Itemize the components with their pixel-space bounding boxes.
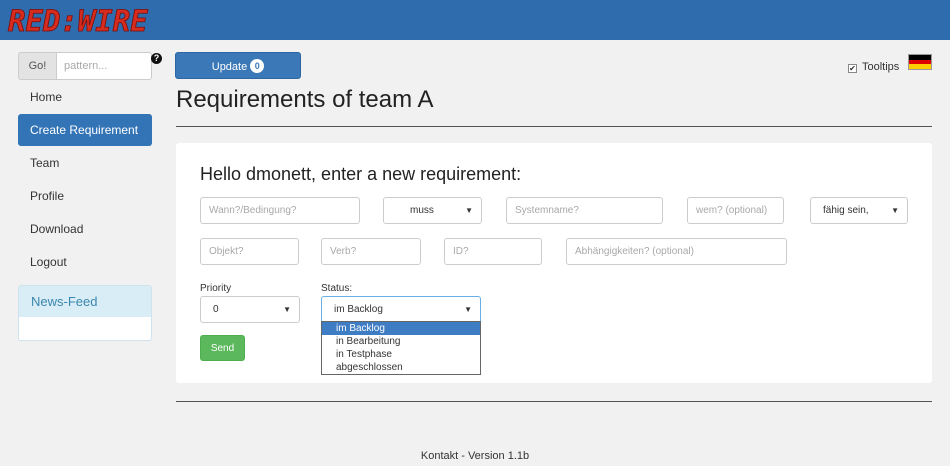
help-icon[interactable]: ? xyxy=(151,53,162,64)
status-option[interactable]: abgeschlossen xyxy=(322,361,480,374)
status-value: im Backlog xyxy=(334,304,383,315)
sidebar-nav: Home Create Requirement Team Profile Downloa… xyxy=(18,81,152,278)
modal-verb-select[interactable]: muss ▼ xyxy=(383,197,482,224)
update-count-badge: 0 xyxy=(250,58,265,73)
ability-value: fähig sein, xyxy=(823,205,869,216)
news-feed-panel: News-Feed xyxy=(18,285,152,341)
status-option[interactable]: in Bearbeitung xyxy=(322,335,480,348)
sidebar-item-team[interactable]: Team xyxy=(18,147,152,179)
news-feed-heading: News-Feed xyxy=(19,286,151,317)
ability-select[interactable]: fähig sein, ▼ xyxy=(810,197,908,224)
whom-input[interactable] xyxy=(687,197,784,224)
condition-input[interactable] xyxy=(200,197,360,224)
id-input[interactable] xyxy=(444,238,542,265)
app-logo[interactable]: RED:WIRE xyxy=(6,4,176,36)
chevron-down-icon: ▼ xyxy=(464,305,472,314)
verb-input[interactable] xyxy=(321,238,421,265)
flag-stripe xyxy=(909,64,931,69)
modal-verb-value: muss xyxy=(410,205,434,216)
sidebar-item-create-requirement[interactable]: Create Requirement xyxy=(18,114,152,146)
sidebar-item-home[interactable]: Home xyxy=(18,81,152,113)
status-label: Status: xyxy=(321,283,353,294)
status-option[interactable]: in Testphase xyxy=(322,348,480,361)
update-button[interactable]: Update 0 xyxy=(175,52,301,79)
tooltips-checkbox[interactable]: ✔ xyxy=(848,64,857,73)
top-bar: RED:WIRE xyxy=(0,0,950,40)
system-name-input[interactable] xyxy=(506,197,663,224)
tooltips-label: Tooltips xyxy=(862,61,900,73)
german-flag-icon[interactable] xyxy=(908,54,932,70)
chevron-down-icon: ▼ xyxy=(465,206,473,215)
sidebar-item-logout[interactable]: Logout xyxy=(18,246,152,278)
page-title: Requirements of team A xyxy=(176,86,434,113)
object-input[interactable] xyxy=(200,238,299,265)
chevron-down-icon: ▼ xyxy=(891,206,899,215)
status-option[interactable]: im Backlog xyxy=(322,322,480,335)
go-button[interactable]: Go! xyxy=(18,52,57,80)
tooltips-toggle[interactable]: ✔ Tooltips xyxy=(848,61,899,73)
sidebar-item-profile[interactable]: Profile xyxy=(18,180,152,212)
priority-value: 0 xyxy=(213,304,219,315)
priority-label: Priority xyxy=(200,283,232,294)
footer[interactable]: Kontakt - Version 1.1b xyxy=(0,450,950,462)
send-button[interactable]: Send xyxy=(200,335,245,361)
priority-select[interactable]: 0 ▼ xyxy=(200,296,300,323)
sidebar-search: Go! ? xyxy=(18,52,162,80)
update-button-label: Update xyxy=(211,60,248,73)
sidebar: Go! ? HomeCreate RequirementTeamProfileD… xyxy=(18,52,162,341)
dependencies-input[interactable] xyxy=(566,238,787,265)
news-feed-body xyxy=(19,317,151,340)
search-input[interactable] xyxy=(57,52,152,80)
status-select[interactable]: im Backlog ▼ xyxy=(321,296,481,323)
chevron-down-icon: ▼ xyxy=(283,305,291,314)
requirement-form-card: Hello dmonett, enter a new requirement: … xyxy=(176,143,932,383)
form-title: Hello dmonett, enter a new requirement: xyxy=(200,164,522,184)
sidebar-item-download[interactable]: Download xyxy=(18,213,152,245)
svg-text:RED:WIRE: RED:WIRE xyxy=(8,4,148,36)
bottom-divider xyxy=(176,401,932,402)
title-divider xyxy=(176,126,932,127)
status-dropdown-list: im Backlog in Bearbeitung in Testphase abge… xyxy=(321,321,481,375)
